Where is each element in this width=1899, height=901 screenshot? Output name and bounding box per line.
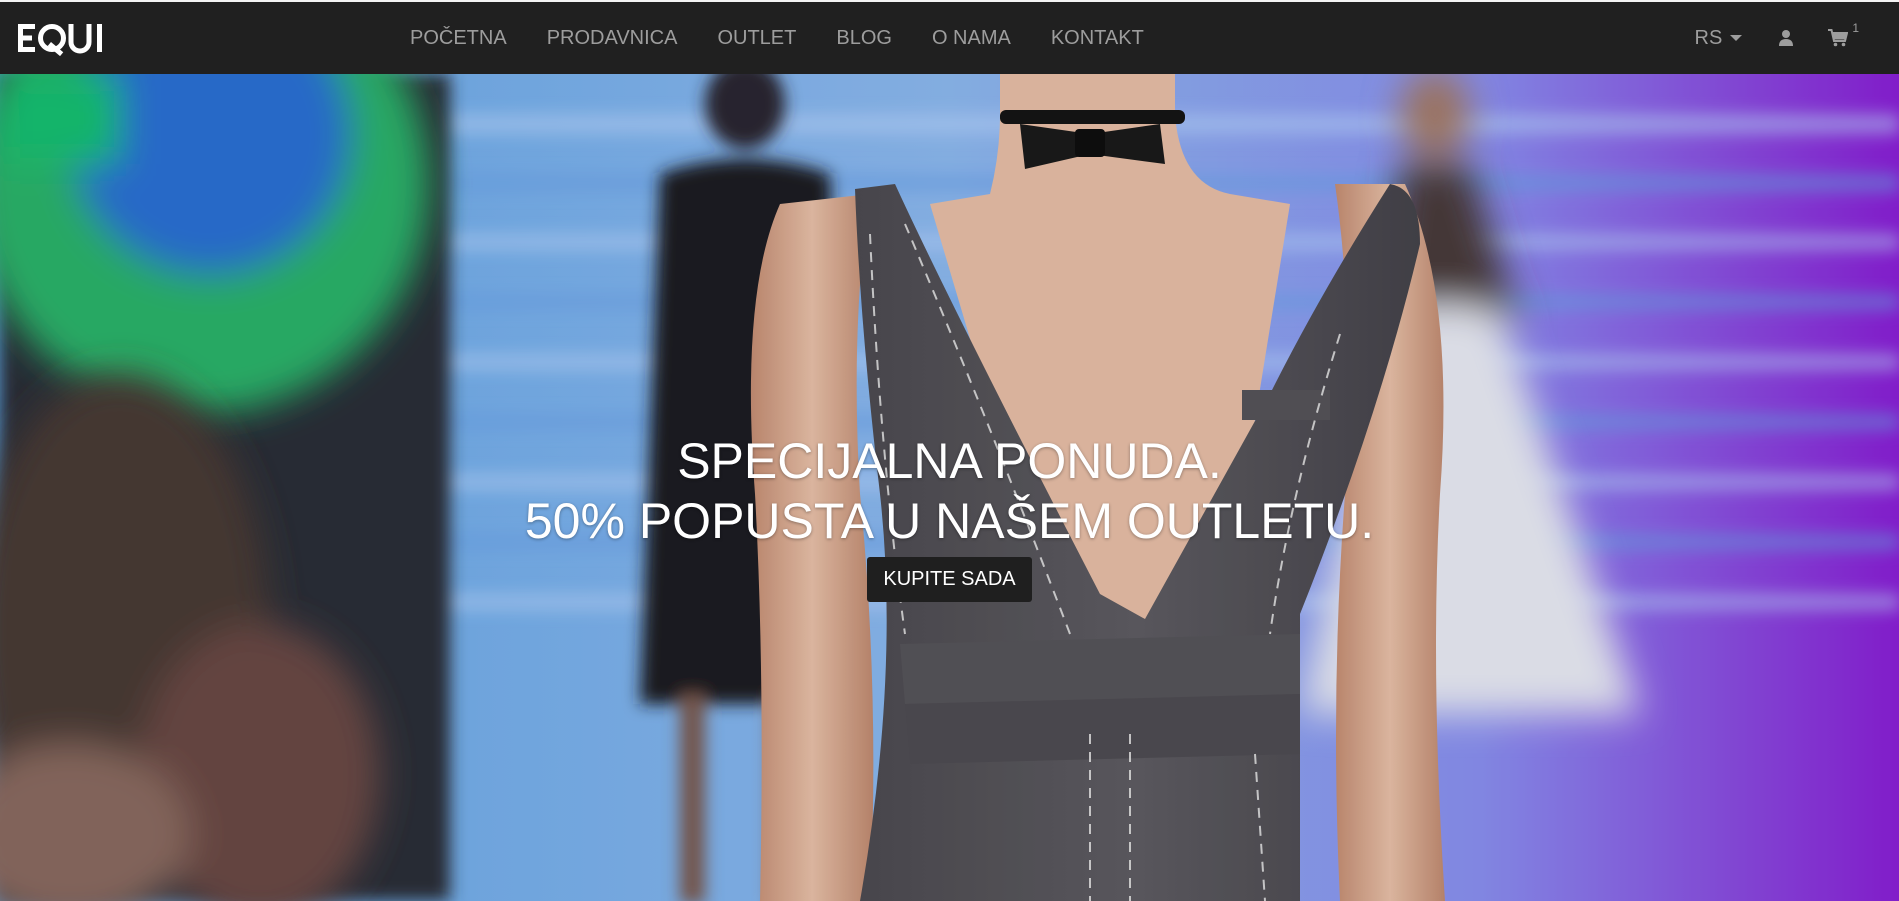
cart-count-badge: 1 (1852, 21, 1859, 35)
main-nav: POČETNA PRODAVNICA OUTLET BLOG O NAMA KO… (410, 2, 1184, 74)
user-icon[interactable] (1778, 29, 1794, 47)
nav-item-prodavnica[interactable]: PRODAVNICA (547, 27, 678, 50)
hero-headline-line-1: SPECIJALNA PONUDA. (677, 433, 1222, 489)
shop-now-button[interactable]: KUPITE SADA (867, 557, 1032, 602)
nav-item-blog[interactable]: BLOG (836, 27, 892, 50)
language-dropdown[interactable]: RS (1695, 27, 1743, 50)
nav-item-pocetna[interactable]: POČETNA (410, 27, 507, 50)
nav-item-o-nama[interactable]: O NAMA (932, 27, 1011, 50)
page: POČETNA PRODAVNICA OUTLET BLOG O NAMA KO… (0, 0, 1899, 901)
hero-content: SPECIJALNA PONUDA. 50% POPUSTA U NAŠEM O… (0, 431, 1899, 602)
nav-item-kontakt[interactable]: KONTAKT (1051, 27, 1144, 50)
hero-banner: SPECIJALNA PONUDA. 50% POPUSTA U NAŠEM O… (0, 74, 1899, 901)
brand-logo[interactable] (18, 18, 114, 58)
cart-button[interactable]: 1 (1828, 21, 1859, 47)
equi-logo-icon (18, 24, 102, 56)
nav-right-group: RS 1 (1695, 2, 1859, 74)
caret-down-icon (1730, 35, 1743, 41)
top-navbar: POČETNA PRODAVNICA OUTLET BLOG O NAMA KO… (0, 0, 1899, 74)
hero-headline-line-2: 50% POPUSTA U NAŠEM OUTLETU. (524, 493, 1375, 549)
nav-item-outlet[interactable]: OUTLET (717, 27, 796, 50)
language-label: RS (1694, 26, 1723, 49)
shopping-cart-icon (1828, 29, 1849, 47)
